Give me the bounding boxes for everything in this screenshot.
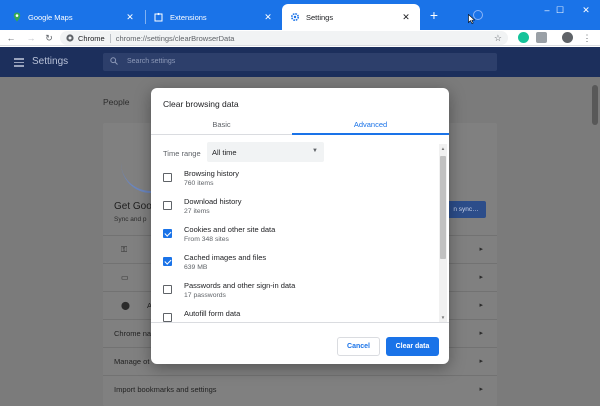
clear-browsing-data-dialog: Clear browsing data Basic Advanced Time … [151, 88, 449, 364]
option-label: Passwords and other sign-in data [184, 281, 296, 290]
option-cookies[interactable]: Cookies and other site data From 348 sit… [151, 221, 439, 249]
scrollbar-thumb[interactable] [592, 85, 598, 125]
checkbox[interactable] [163, 201, 172, 210]
scroll-up-icon[interactable]: ▲ [440, 146, 446, 151]
chevron-right-icon: ▸ [479, 358, 483, 365]
card-icon: ▭ [121, 273, 129, 282]
option-label: Cookies and other site data [184, 225, 276, 234]
dialog-title: Clear browsing data [163, 99, 239, 109]
maps-icon [12, 12, 22, 22]
chevron-right-icon: ▸ [479, 302, 483, 309]
close-icon[interactable]: ✕ [400, 12, 412, 23]
turn-on-sync-button[interactable]: n sync… [446, 201, 486, 218]
search-placeholder: Search settings [127, 58, 176, 65]
chevron-down-icon: ▼ [312, 148, 318, 154]
close-icon[interactable]: ✕ [124, 12, 136, 23]
option-label: Download history [184, 197, 242, 206]
signin-subtext: Sync and p [114, 216, 147, 223]
page-title: Settings [32, 56, 69, 67]
settings-header: Settings Search settings [0, 47, 600, 77]
clear-data-button[interactable]: Clear data [386, 337, 439, 356]
puzzle-icon [154, 12, 164, 22]
tab-extensions[interactable]: Extensions ✕ [146, 4, 282, 30]
chevron-right-icon: ▸ [479, 386, 483, 393]
address-divider [109, 33, 111, 43]
chrome-icon [66, 34, 74, 42]
option-download-history[interactable]: Download history 27 items [151, 193, 439, 221]
tab-title: Extensions [170, 12, 207, 22]
option-label: Autofill form data [184, 309, 241, 318]
grammarly-extension-icon[interactable] [518, 32, 529, 43]
list-item[interactable]: Import bookmarks and settings ▸ [103, 375, 497, 403]
option-cached-images[interactable]: Cached images and files 639 MB [151, 249, 439, 277]
reload-button[interactable]: ↻ [42, 31, 56, 45]
menu-icon[interactable] [14, 58, 24, 67]
option-label: Browsing history [184, 169, 240, 178]
checkbox[interactable] [163, 313, 172, 322]
site-label: Chrome [78, 33, 105, 43]
chevron-right-icon: ▸ [479, 274, 483, 281]
search-input[interactable]: Search settings [103, 53, 497, 71]
dialog-tabs: Basic Advanced [151, 115, 449, 135]
signin-heading: Get Goo [114, 201, 152, 212]
browser-toolbar: ← → ↻ Chrome chrome://settings/clearBrow… [0, 30, 600, 46]
shield-extension-icon[interactable] [536, 32, 547, 43]
page-scrollbar[interactable] [590, 77, 600, 406]
checkbox[interactable] [163, 285, 172, 294]
option-count: 17 passwords [184, 292, 226, 299]
address-bar[interactable]: Chrome chrome://settings/clearBrowserDat… [60, 31, 508, 45]
scrollbar-thumb[interactable] [440, 156, 446, 259]
forward-button[interactable]: → [24, 31, 38, 45]
list-item-label: Import bookmarks and settings [114, 385, 217, 394]
chevron-right-icon: ▸ [479, 246, 483, 253]
star-icon[interactable]: ☆ [494, 31, 502, 45]
close-icon[interactable]: ✕ [262, 12, 274, 23]
section-heading: People [103, 97, 130, 107]
new-tab-button[interactable]: + [426, 7, 442, 23]
tab-title: Settings [306, 12, 334, 22]
key-icon: ⚿ [121, 245, 128, 254]
url-text: chrome://settings/clearBrowserData [115, 33, 235, 43]
option-passwords[interactable]: Passwords and other sign-in data 17 pass… [151, 277, 439, 305]
list-item-label: Manage ot [114, 357, 150, 366]
tab-strip: Google Maps ✕ Extensions ✕ Settings ✕ + … [0, 0, 600, 30]
gear-icon [290, 12, 300, 22]
option-label: Cached images and files [184, 253, 267, 262]
scroll-down-icon[interactable]: ▼ [440, 315, 446, 320]
option-count: 27 items [184, 208, 210, 215]
option-browsing-history[interactable]: Browsing history 760 items [151, 165, 439, 193]
profile-avatar-icon[interactable] [562, 32, 573, 43]
tab-settings[interactable]: Settings ✕ [282, 4, 420, 30]
option-count: 760 items [184, 180, 214, 187]
time-range-select[interactable]: All time ▼ [207, 142, 324, 162]
option-count: 639 MB [184, 264, 208, 271]
option-autofill[interactable]: Autofill form data [151, 305, 439, 322]
checkbox[interactable] [163, 229, 172, 238]
search-icon [110, 57, 118, 67]
tab-advanced[interactable]: Advanced [292, 115, 449, 135]
dialog-scrollbar[interactable]: ▲ ▼ [439, 144, 447, 322]
option-count: From 348 sites [184, 236, 229, 243]
maximize-button[interactable]: ☐ [546, 0, 574, 20]
chevron-right-icon: ▸ [479, 330, 483, 337]
mouse-cursor-icon [468, 14, 475, 24]
back-button[interactable]: ← [4, 31, 18, 45]
tab-basic[interactable]: Basic [151, 115, 292, 135]
time-range-label: Time range [163, 149, 201, 158]
tab-google-maps[interactable]: Google Maps ✕ [4, 4, 144, 30]
location-icon: ⬤ [121, 301, 130, 310]
options-list: Browsing history 760 items Download hist… [151, 165, 439, 322]
time-range-value: All time [212, 148, 237, 157]
tab-title: Google Maps [28, 12, 73, 22]
checkbox[interactable] [163, 173, 172, 182]
list-item-label: Chrome na [114, 329, 152, 338]
menu-button[interactable]: ⋮ [580, 31, 594, 45]
cancel-button[interactable]: Cancel [337, 337, 380, 356]
dialog-footer: Cancel Clear data [151, 322, 449, 364]
checkbox[interactable] [163, 257, 172, 266]
close-window-button[interactable]: ✕ [572, 0, 600, 20]
